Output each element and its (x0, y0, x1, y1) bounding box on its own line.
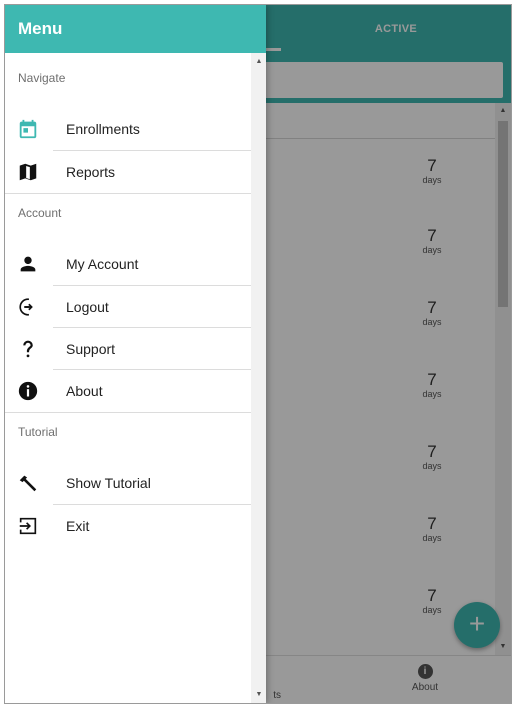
menu-item-my-account[interactable]: My Account (5, 243, 251, 285)
menu-item-show-tutorial[interactable]: Show Tutorial (5, 462, 251, 504)
menu-item-label: About (66, 383, 103, 399)
drawer-scrollbar[interactable]: ▲ ▼ (251, 53, 266, 703)
menu-item-label: Logout (66, 299, 109, 315)
drawer-title: Menu (18, 19, 63, 38)
menu-item-label: Enrollments (66, 121, 140, 137)
section-title-navigate: Navigate (18, 71, 66, 85)
menu-item-label: Exit (66, 518, 90, 534)
app-window: ACTIVE 7 days 7 days 7 days 7 days 7 days (4, 4, 512, 704)
menu-item-label: Show Tutorial (66, 475, 151, 491)
map-icon (17, 161, 39, 183)
calendar-icon (17, 118, 39, 140)
info-icon (17, 380, 39, 402)
menu-item-reports[interactable]: Reports (5, 151, 251, 193)
drawer-menu: Navigate Enrollments Reports Account My … (5, 53, 251, 703)
logout-icon (17, 296, 39, 318)
question-icon (17, 338, 39, 360)
drawer-header: Menu (5, 5, 266, 53)
menu-item-label: My Account (66, 256, 139, 272)
hammer-icon (17, 472, 39, 494)
menu-item-label: Support (66, 341, 116, 357)
person-icon (17, 253, 39, 275)
menu-item-exit[interactable]: Exit (5, 505, 251, 547)
scroll-up-arrow-icon[interactable]: ▲ (254, 57, 264, 67)
navigation-drawer: Menu Navigate Enrollments Reports Accoun… (5, 5, 266, 703)
menu-item-support[interactable]: Support (5, 328, 251, 370)
menu-item-about[interactable]: About (5, 370, 251, 412)
menu-item-logout[interactable]: Logout (5, 286, 251, 328)
exit-icon (17, 515, 39, 537)
section-divider (5, 412, 251, 413)
menu-item-enrollments[interactable]: Enrollments (5, 108, 251, 150)
section-title-account: Account (18, 206, 62, 220)
section-title-tutorial: Tutorial (18, 425, 58, 439)
scroll-down-arrow-icon[interactable]: ▼ (254, 690, 264, 700)
section-divider (5, 193, 251, 194)
menu-item-label: Reports (66, 164, 116, 180)
